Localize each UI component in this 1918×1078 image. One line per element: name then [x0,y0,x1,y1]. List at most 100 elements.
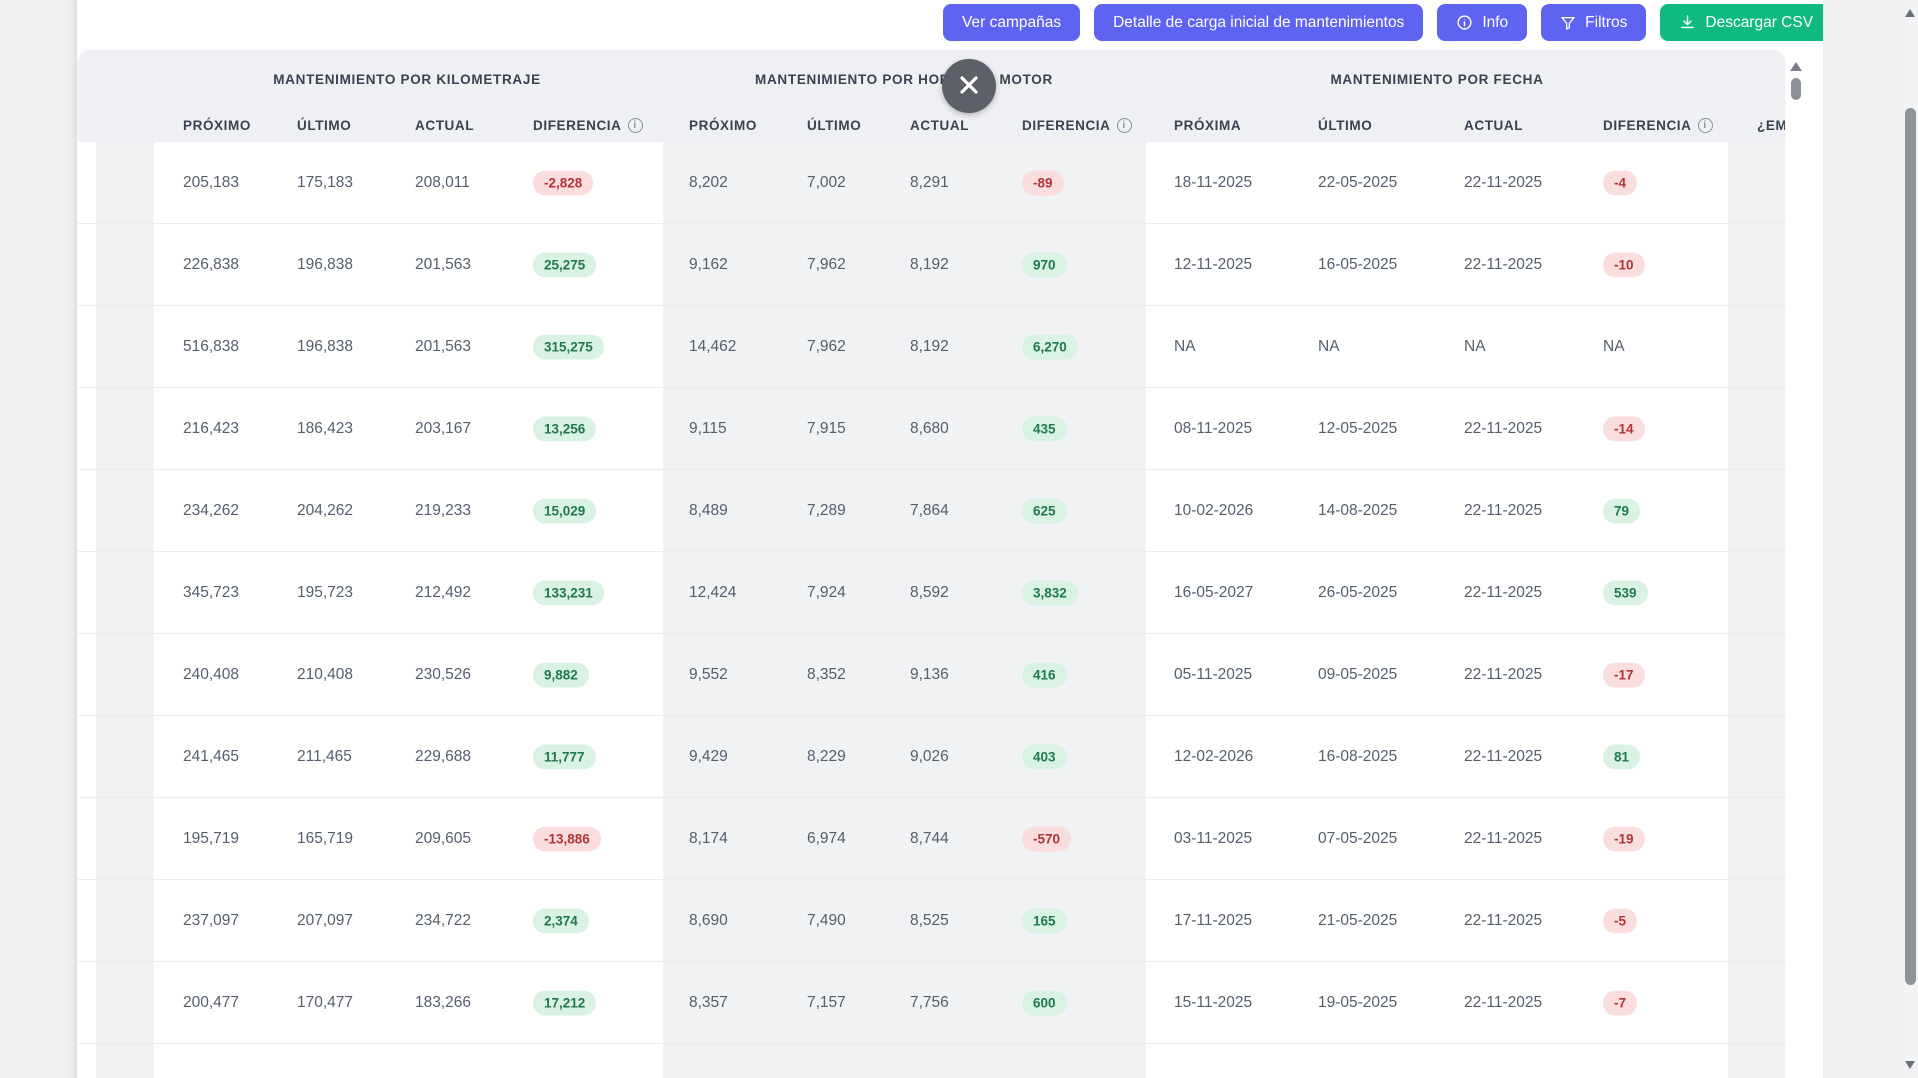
horas-actual-cell: 9,026 [910,748,949,766]
toolbar-button-ver-campa-as[interactable]: Ver campañas [943,4,1080,41]
column-header-label: DIFERENCIA [533,118,622,133]
km-diferencia-badge: 11,777 [533,744,596,769]
km-proximo-cell: 216,423 [183,420,239,438]
fecha-proxima-cell: 08-11-2025 [1174,420,1252,438]
scroll-down-icon[interactable] [1905,1061,1915,1069]
km-proximo-cell: 234,262 [183,502,239,520]
fecha-diferencia-badge: -17 [1603,662,1645,687]
column-header-label: PRÓXIMO [689,118,757,133]
diferencia-info-icon[interactable]: i [1698,118,1713,133]
fecha-diferencia-badge: 79 [1603,498,1640,523]
fecha-actual-cell: 22-11-2025 [1464,502,1542,520]
diferencia-info-icon[interactable]: i [1117,118,1132,133]
group-title-fecha: MANTENIMIENTO POR FECHA [1330,72,1543,87]
horas-diferencia-badge: 403 [1022,744,1067,769]
horas-proximo-cell: 8,174 [689,830,728,848]
toolbar-button-filtros[interactable]: Filtros [1541,4,1646,41]
fecha-proxima-cell: 17-11-2025 [1174,912,1252,930]
fecha-actual-cell: 22-11-2025 [1464,748,1542,766]
horas-actual-cell: 8,525 [910,912,949,930]
table-row: 516,838196,838201,563315,27514,4627,9628… [78,306,1785,388]
fecha-ultimo-cell: 14-08-2025 [1318,502,1397,520]
fecha-diferencia-badge: 539 [1603,580,1648,605]
fecha-proxima-cell: 10-02-2026 [1174,502,1253,520]
km-proximo-cell: 195,719 [183,830,239,848]
fecha-proxima-cell: 12-02-2026 [1174,748,1253,766]
info-circle-icon [1456,14,1473,31]
horas-actual-cell: 8,192 [910,338,949,356]
km-actual-cell: 201,563 [415,256,471,274]
close-button[interactable] [942,59,996,113]
km-ultimo-cell: 196,838 [297,256,353,274]
horas-actual-cell: 7,864 [910,502,949,520]
km-actual-cell: 203,167 [415,420,471,438]
column-header-km-ultimo: ÚLTIMO [297,118,351,133]
fecha-actual-cell: 22-11-2025 [1464,174,1542,192]
toolbar: Ver campañas Detalle de carga inicial de … [943,4,1832,41]
right-page-gutter [1823,0,1903,1078]
fecha-ultimo-cell: 22-05-2025 [1318,174,1397,192]
page-scrollbar-thumb[interactable] [1905,108,1916,985]
column-header-label: ACTUAL [1464,118,1523,133]
km-proximo-cell: 241,465 [183,748,239,766]
km-diferencia-badge: 315,275 [533,334,604,359]
fecha-ultimo-cell: 19-05-2025 [1318,994,1397,1012]
page-scrollbar[interactable] [1903,0,1918,1078]
km-ultimo-cell: 196,838 [297,338,353,356]
toolbar-button-info[interactable]: Info [1437,4,1527,41]
fecha-diferencia-badge: -19 [1603,826,1645,851]
maintenance-table: ¿EMITE MANTENIMIENTO POR KILOMETRAJEPRÓX… [78,50,1785,1078]
fecha-proxima-cell: 16-05-2027 [1174,584,1253,602]
toolbar-button-descargar-csv[interactable]: Descargar CSV [1660,4,1832,41]
km-actual-cell: 183,266 [415,994,471,1012]
button-label: Filtros [1585,14,1627,32]
table-scrollbar-up-icon[interactable] [1790,62,1802,71]
horas-diferencia-badge: 600 [1022,990,1067,1015]
km-actual-cell: 230,526 [415,666,471,684]
km-actual-cell: 212,492 [415,584,471,602]
column-header-km-diferencia: DIFERENCIA i [533,118,643,133]
diferencia-info-icon[interactable]: i [628,118,643,133]
km-proximo-cell: 200,477 [183,994,239,1012]
horas-diferencia-badge: 435 [1022,416,1067,441]
table-row: 237,097207,097234,7222,3748,6907,4908,52… [78,880,1785,962]
scroll-up-icon[interactable] [1905,9,1915,17]
horas-diferencia-badge: 625 [1022,498,1067,523]
fecha-proxima-cell: 12-11-2025 [1174,256,1252,274]
table-row: 200,477170,477183,26617,2128,3577,1577,7… [78,962,1785,1044]
column-header-label: DIFERENCIA [1603,118,1692,133]
km-diferencia-badge: -2,828 [533,170,593,195]
horas-proximo-cell: 8,202 [689,174,728,192]
fecha-actual-cell: 22-11-2025 [1464,666,1542,684]
horas-diferencia-badge: 165 [1022,908,1067,933]
horas-ultimo-cell: 7,924 [807,584,846,602]
table-row: 345,723195,723212,492133,23112,4247,9248… [78,552,1785,634]
km-ultimo-cell: 207,097 [297,912,353,930]
fecha-proxima-cell: 15-11-2025 [1174,994,1252,1012]
km-actual-cell: 229,688 [415,748,471,766]
horas-actual-cell: 8,192 [910,256,949,274]
horas-proximo-cell: 9,429 [689,748,728,766]
column-header-fecha-proxima: PRÓXIMA [1174,118,1241,133]
km-proximo-cell: 237,097 [183,912,239,930]
horas-proximo-cell: 9,115 [689,420,727,438]
horas-diferencia-badge: 3,832 [1022,580,1078,605]
column-header-horas-ultimo: ÚLTIMO [807,118,861,133]
table-scrollbar-thumb[interactable] [1791,78,1801,100]
km-proximo-cell: 205,183 [183,174,239,192]
toolbar-button-detalle-de-carga-inicial-de-mantenimientos[interactable]: Detalle de carga inicial de mantenimient… [1094,4,1423,41]
km-actual-cell: 209,605 [415,830,471,848]
horas-proximo-cell: 9,552 [689,666,728,684]
fecha-diferencia-badge: -10 [1603,252,1645,277]
group-title-horas: MANTENIMIENTO POR HORAS DE MOTOR [755,72,1053,87]
km-ultimo-cell: 186,423 [297,420,353,438]
km-proximo-cell: 226,838 [183,256,239,274]
horas-ultimo-cell: 6,974 [807,830,846,848]
km-proximo-cell: 240,408 [183,666,239,684]
column-header-label: PRÓXIMO [183,118,251,133]
horas-actual-cell: 8,744 [910,830,949,848]
km-ultimo-cell: 211,465 [297,748,352,766]
table-scrollbar[interactable] [1790,58,1802,1048]
fecha-ultimo-cell: 12-05-2025 [1318,420,1397,438]
km-diferencia-badge: -13,886 [533,826,601,851]
